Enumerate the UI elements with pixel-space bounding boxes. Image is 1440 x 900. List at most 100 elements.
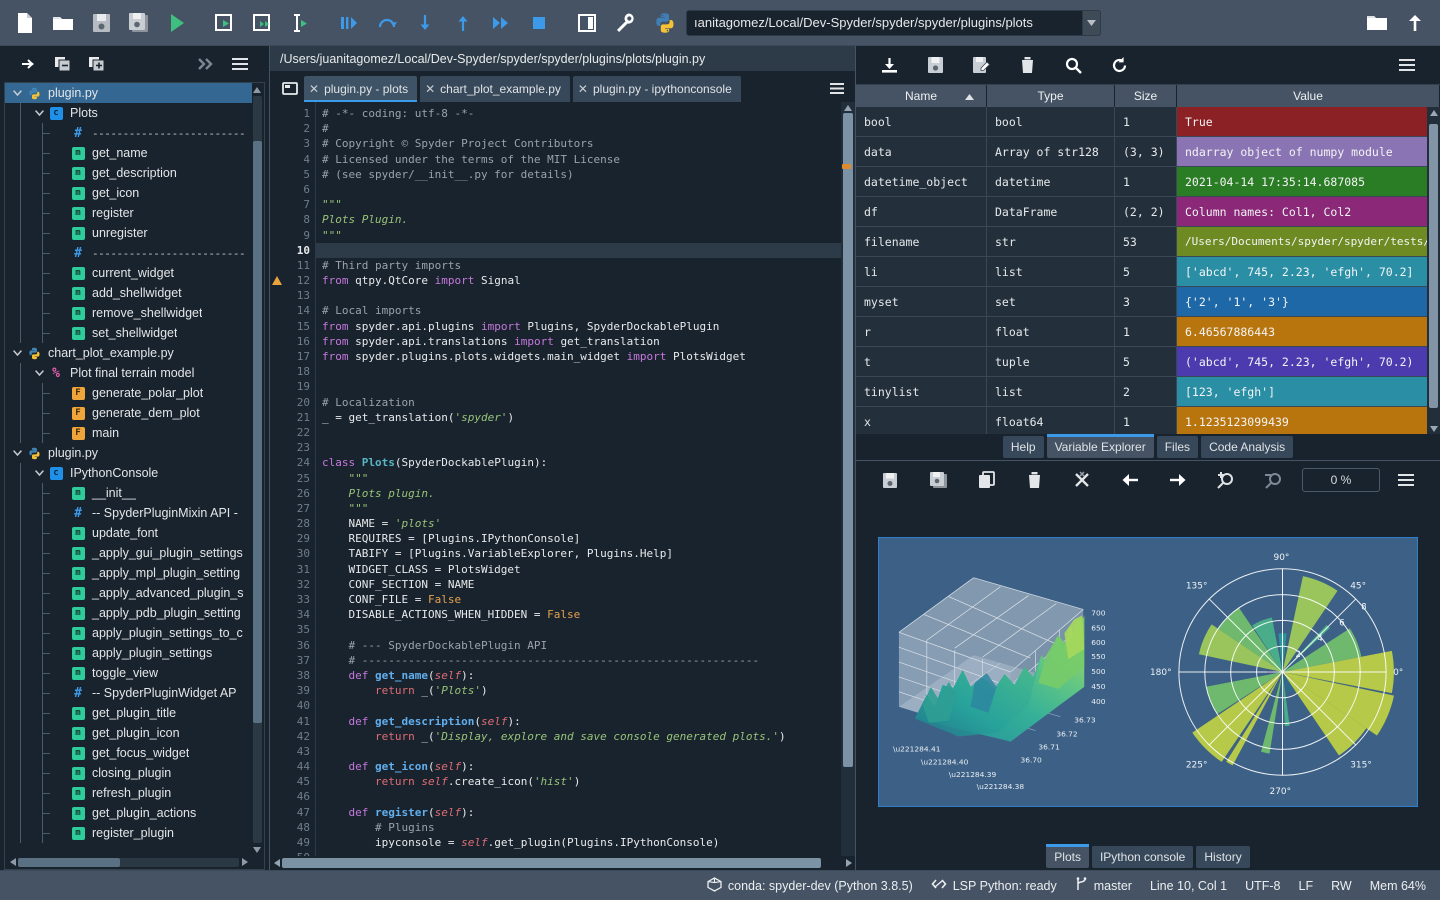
scroll-up-icon[interactable]	[253, 84, 261, 95]
outline-item[interactable]: mapply_plugin_settings_to_c	[5, 623, 252, 643]
outline-item[interactable]: mtoggle_view	[5, 663, 252, 683]
collapse-all-icon[interactable]	[46, 50, 80, 78]
outline-item[interactable]: mget_plugin_title	[5, 703, 252, 723]
step-into-icon[interactable]	[406, 4, 444, 42]
remove-all-plots-icon[interactable]	[1058, 465, 1106, 495]
outline-item[interactable]: #-------------------------	[5, 243, 252, 263]
chevron-down-icon[interactable]	[9, 443, 25, 463]
outline-item[interactable]: m_apply_advanced_plugin_s	[5, 583, 252, 603]
outline-item[interactable]: mset_shellwidget	[5, 323, 252, 343]
variable-row[interactable]: tinylistlist2[123, 'efgh']	[856, 377, 1440, 407]
save-data-icon[interactable]	[912, 50, 958, 80]
outline-item[interactable]: mget_description	[5, 163, 252, 183]
run-cell-icon[interactable]	[206, 4, 244, 42]
outline-vertical-scrollbar[interactable]	[251, 84, 263, 855]
outline-item[interactable]: plugin.py	[5, 83, 252, 103]
variable-cell[interactable]: [123, 'efgh']	[1177, 377, 1440, 407]
variable-cell[interactable]: Column names: Col1, Col2	[1177, 197, 1440, 227]
outline-item[interactable]: mapply_plugin_settings	[5, 643, 252, 663]
variable-cell[interactable]: 2	[1115, 377, 1177, 407]
options-menu-icon[interactable]	[1384, 50, 1430, 80]
outline-item[interactable]: Fgenerate_dem_plot	[5, 403, 252, 423]
scroll-left-icon[interactable]	[271, 859, 282, 867]
step-over-icon[interactable]	[368, 4, 406, 42]
conda-status[interactable]: conda: spyder-dev (Python 3.8.5)	[707, 877, 913, 895]
preferences-icon[interactable]	[606, 4, 644, 42]
outline-item[interactable]: mcurrent_widget	[5, 263, 252, 283]
variable-row[interactable]: rfloat16.46567886443	[856, 317, 1440, 347]
variable-row[interactable]: ttuple5('abcd', 745, 2.23, 'efgh', 70.2)	[856, 347, 1440, 377]
outline-item[interactable]: mregister	[5, 203, 252, 223]
parent-directory-icon[interactable]	[1396, 4, 1434, 42]
scroll-left-icon[interactable]	[7, 856, 18, 868]
lsp-status[interactable]: LSP Python: ready	[931, 877, 1057, 894]
variable-cell[interactable]: ('abcd', 745, 2.23, 'efgh', 70.2)	[1177, 347, 1440, 377]
outline-item[interactable]: mget_icon	[5, 183, 252, 203]
variable-cell[interactable]: float64	[987, 407, 1115, 434]
variable-cell[interactable]: x	[856, 407, 987, 434]
outline-item[interactable]: m_apply_pdb_plugin_setting	[5, 603, 252, 623]
outline-item[interactable]: madd_shellwidget	[5, 283, 252, 303]
remove-plot-icon[interactable]	[1010, 465, 1058, 495]
working-directory-value[interactable]: ıanitagomez/Local/Dev-Spyder/spyder/spyd…	[687, 15, 1082, 30]
working-directory-combobox[interactable]: ıanitagomez/Local/Dev-Spyder/spyder/spyd…	[686, 10, 1101, 36]
variable-cell[interactable]: ['abcd', 745, 2.23, 'efgh', 70.2]	[1177, 257, 1440, 287]
variable-cell[interactable]: datetime	[987, 167, 1115, 197]
variable-cell[interactable]: True	[1177, 107, 1440, 137]
variable-cell[interactable]: bool	[856, 107, 987, 137]
editor-options-menu-icon[interactable]	[825, 74, 849, 102]
variable-cell[interactable]: myset	[856, 287, 987, 317]
chevron-down-icon[interactable]	[1082, 11, 1100, 35]
variable-row[interactable]: filenamestr53/Users/Documents/spyder/spy…	[856, 227, 1440, 257]
variable-cell[interactable]: tuple	[987, 347, 1115, 377]
outline-item[interactable]: mget_plugin_icon	[5, 723, 252, 743]
dock-tab[interactable]: History	[1196, 846, 1249, 868]
variable-cell[interactable]: df	[856, 197, 987, 227]
variable-cell[interactable]: (2, 2)	[1115, 197, 1177, 227]
outline-item[interactable]: mremove_shellwidget	[5, 303, 252, 323]
variable-cell[interactable]: 6.46567886443	[1177, 317, 1440, 347]
scroll-right-icon[interactable]	[239, 856, 250, 868]
variable-cell[interactable]: (3, 3)	[1115, 137, 1177, 167]
zoom-in-icon[interactable]	[1202, 465, 1250, 495]
variable-cell[interactable]: list	[987, 377, 1115, 407]
variable-cell[interactable]: 1	[1115, 107, 1177, 137]
options-menu-icon[interactable]	[223, 50, 257, 78]
plot-zoom-value[interactable]: 0 %	[1302, 468, 1380, 492]
outline-item[interactable]: #-------------------------	[5, 123, 252, 143]
scroll-right-icon[interactable]	[843, 859, 854, 867]
outline-horizontal-scrollbar[interactable]	[7, 856, 250, 868]
column-header-value[interactable]: Value	[1177, 85, 1440, 107]
run-selection-icon[interactable]	[282, 4, 320, 42]
variable-cell[interactable]: 5	[1115, 347, 1177, 377]
variable-cell[interactable]: list	[987, 257, 1115, 287]
copy-plot-icon[interactable]	[962, 465, 1010, 495]
close-icon[interactable]: ✕	[425, 83, 435, 95]
variable-table-scrollbar[interactable]	[1427, 107, 1440, 434]
continue-icon[interactable]	[482, 4, 520, 42]
dock-tab[interactable]: Files	[1157, 436, 1198, 458]
dock-tab[interactable]: Plots	[1046, 846, 1089, 868]
variable-cell[interactable]: {'2', '1', '3'}	[1177, 287, 1440, 317]
scroll-up-icon[interactable]	[1430, 107, 1438, 118]
stop-debug-icon[interactable]	[520, 4, 558, 42]
save-file-icon[interactable]	[82, 4, 120, 42]
code-editor[interactable]: 1234567891011121314151617181920212223242…	[270, 102, 855, 856]
go-to-cursor-icon[interactable]	[12, 50, 46, 78]
outline-item[interactable]: #-- SpyderPluginWidget AP	[5, 683, 252, 703]
scroll-down-icon[interactable]	[1430, 423, 1438, 434]
variable-table[interactable]: Name Type Size Value boolbool1TruedataAr…	[856, 84, 1440, 434]
dock-tab[interactable]: Code Analysis	[1201, 436, 1293, 458]
variable-cell[interactable]: Array of str128	[987, 137, 1115, 167]
expand-all-icon[interactable]	[80, 50, 114, 78]
debug-file-icon[interactable]	[330, 4, 368, 42]
editor-tab[interactable]: ✕chart_plot_example.py	[420, 76, 570, 102]
save-all-icon[interactable]	[120, 4, 158, 42]
maximize-pane-icon[interactable]	[568, 4, 606, 42]
outline-item[interactable]: m__init__	[5, 483, 252, 503]
dock-tab[interactable]: IPython console	[1092, 846, 1193, 868]
editor-horizontal-scrollbar[interactable]	[270, 856, 855, 870]
variable-cell[interactable]: /Users/Documents/spyder/spyder/tests/tes…	[1177, 227, 1440, 257]
outline-item[interactable]: mget_focus_widget	[5, 743, 252, 763]
variable-cell[interactable]: 1	[1115, 167, 1177, 197]
